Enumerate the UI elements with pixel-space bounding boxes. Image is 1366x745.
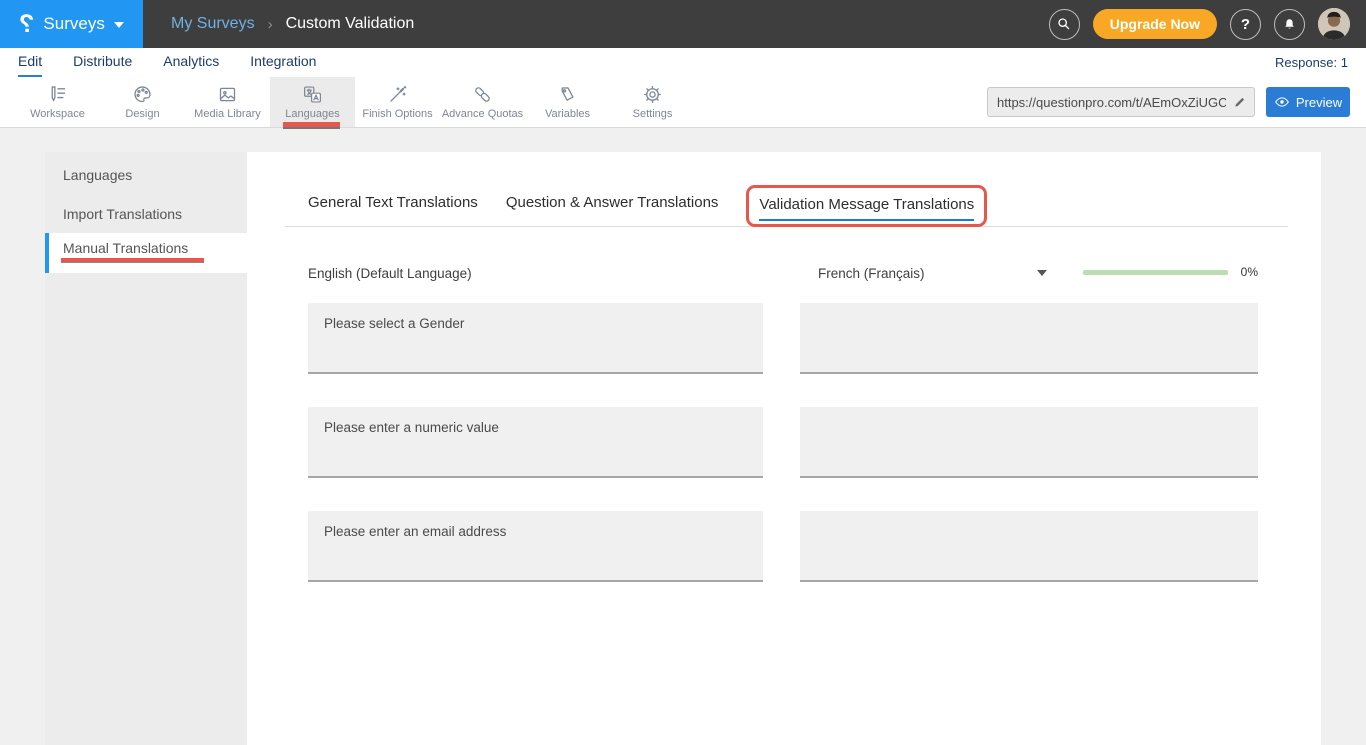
edit-url-button[interactable] xyxy=(1226,88,1254,116)
sidebar-item-label: Manual Translations xyxy=(63,240,188,256)
chevron-down-icon[interactable] xyxy=(1037,270,1047,276)
tab-general-text-translations[interactable]: General Text Translations xyxy=(308,194,478,223)
help-button[interactable]: ? xyxy=(1230,9,1261,40)
chevron-down-icon xyxy=(114,22,124,28)
source-text-numeric: Please enter a numeric value xyxy=(308,407,763,478)
response-count: Response: 1 xyxy=(1275,55,1348,70)
page-body: Languages Import Translations Manual Tra… xyxy=(0,128,1366,745)
translation-row: Please enter a numeric value xyxy=(308,407,1258,478)
product-name: Surveys xyxy=(43,14,104,34)
target-text-numeric-input[interactable] xyxy=(800,407,1258,478)
top-header: ? Surveys My Surveys › Custom Validation… xyxy=(0,0,1366,48)
preview-label: Preview xyxy=(1296,95,1342,110)
toolbar-label: Variables xyxy=(545,108,590,120)
tab-distribute[interactable]: Distribute xyxy=(73,48,132,77)
toolbar-item-variables[interactable]: Variables xyxy=(525,77,610,127)
target-language-dropdown[interactable]: French (Français) xyxy=(800,266,925,281)
settings-icon xyxy=(642,84,663,105)
target-text-email-input[interactable] xyxy=(800,511,1258,582)
product-switcher[interactable]: ? Surveys xyxy=(0,0,143,48)
sidebar-item-languages[interactable]: Languages xyxy=(45,155,247,194)
eye-icon xyxy=(1274,94,1290,110)
toolbar-item-workspace[interactable]: Workspace xyxy=(15,77,100,127)
avatar-photo xyxy=(1318,8,1350,40)
variables-icon xyxy=(557,84,578,105)
toolbar-label: Workspace xyxy=(30,108,85,120)
tab-analytics[interactable]: Analytics xyxy=(163,48,219,77)
search-icon xyxy=(1056,16,1072,32)
source-text-email: Please enter an email address xyxy=(308,511,763,582)
tab-question-answer-translations[interactable]: Question & Answer Translations xyxy=(506,194,719,223)
questionpro-logo-icon: ? xyxy=(19,12,34,37)
breadcrumb-current-survey: Custom Validation xyxy=(286,15,415,33)
translation-row: Please select a Gender xyxy=(308,303,1258,374)
toolbar-item-finish-options[interactable]: Finish Options xyxy=(355,77,440,127)
translation-progress-bar xyxy=(1083,270,1228,275)
survey-url-field[interactable]: https://questionpro.com/t/AEmOxZiUGC xyxy=(987,87,1255,117)
edit-toolbar: Workspace Design Media Library Languages… xyxy=(0,77,1366,128)
sidebar-item-manual-translations[interactable]: Manual Translations xyxy=(45,233,247,273)
languages-sidebar: Languages Import Translations Manual Tra… xyxy=(45,152,247,745)
translation-tabs: General Text Translations Question & Ans… xyxy=(308,194,1258,223)
advance-quotas-icon xyxy=(472,84,493,105)
languages-icon xyxy=(302,84,323,105)
languages-panel: Languages Import Translations Manual Tra… xyxy=(45,152,1321,745)
language-columns-header: English (Default Language) French (Franç… xyxy=(308,265,1258,283)
translation-progress-percent: 0% xyxy=(1241,265,1258,279)
breadcrumb-my-surveys[interactable]: My Surveys xyxy=(171,15,255,33)
sidebar-item-import-translations[interactable]: Import Translations xyxy=(45,194,247,233)
tab-edit[interactable]: Edit xyxy=(18,48,42,77)
header-actions: Upgrade Now ? xyxy=(1049,8,1366,40)
toolbar-label: Finish Options xyxy=(362,108,432,120)
toolbar-item-media-library[interactable]: Media Library xyxy=(185,77,270,127)
sidebar-item-label: Import Translations xyxy=(63,206,182,222)
target-text-gender-input[interactable] xyxy=(800,303,1258,374)
survey-url-value[interactable]: https://questionpro.com/t/AEmOxZiUGC xyxy=(988,95,1226,110)
tab-integration[interactable]: Integration xyxy=(250,48,316,77)
annotation-red-box: Validation Message Translations xyxy=(746,185,987,227)
finish-options-icon xyxy=(387,84,408,105)
toolbar-item-settings[interactable]: Settings xyxy=(610,77,695,127)
preview-button[interactable]: Preview xyxy=(1266,87,1350,117)
workspace-icon xyxy=(47,84,68,105)
bell-icon xyxy=(1282,17,1297,32)
design-icon xyxy=(132,84,153,105)
search-button[interactable] xyxy=(1049,9,1080,40)
upgrade-now-button[interactable]: Upgrade Now xyxy=(1093,9,1217,39)
sidebar-item-label: Languages xyxy=(63,167,132,183)
breadcrumb: My Surveys › Custom Validation xyxy=(171,15,414,33)
survey-subnav: Edit Distribute Analytics Integration Re… xyxy=(0,48,1366,77)
translations-content: General Text Translations Question & Ans… xyxy=(247,152,1321,745)
notifications-button[interactable] xyxy=(1274,9,1305,40)
source-text-gender: Please select a Gender xyxy=(308,303,763,374)
user-avatar[interactable] xyxy=(1318,8,1350,40)
pencil-icon xyxy=(1233,95,1247,109)
media-library-icon xyxy=(217,84,238,105)
tab-validation-message-translations[interactable]: Validation Message Translations xyxy=(759,196,974,221)
toolbar-right: https://questionpro.com/t/AEmOxZiUGC Pre… xyxy=(987,77,1366,127)
annotation-red-underline xyxy=(283,122,340,127)
toolbar-label: Advance Quotas xyxy=(442,108,523,120)
help-icon: ? xyxy=(1241,16,1250,33)
translation-row: Please enter an email address xyxy=(308,511,1258,582)
source-language-label: English (Default Language) xyxy=(308,266,472,281)
toolbar-label: Settings xyxy=(633,108,673,120)
toolbar-item-languages[interactable]: Languages xyxy=(270,77,355,127)
annotation-red-underline xyxy=(61,258,204,262)
toolbar-label: Media Library xyxy=(194,108,261,120)
toolbar-label: Design xyxy=(125,108,159,120)
toolbar-label: Languages xyxy=(285,108,339,120)
breadcrumb-separator: › xyxy=(268,16,273,33)
toolbar-item-design[interactable]: Design xyxy=(100,77,185,127)
toolbar-item-advance-quotas[interactable]: Advance Quotas xyxy=(440,77,525,127)
